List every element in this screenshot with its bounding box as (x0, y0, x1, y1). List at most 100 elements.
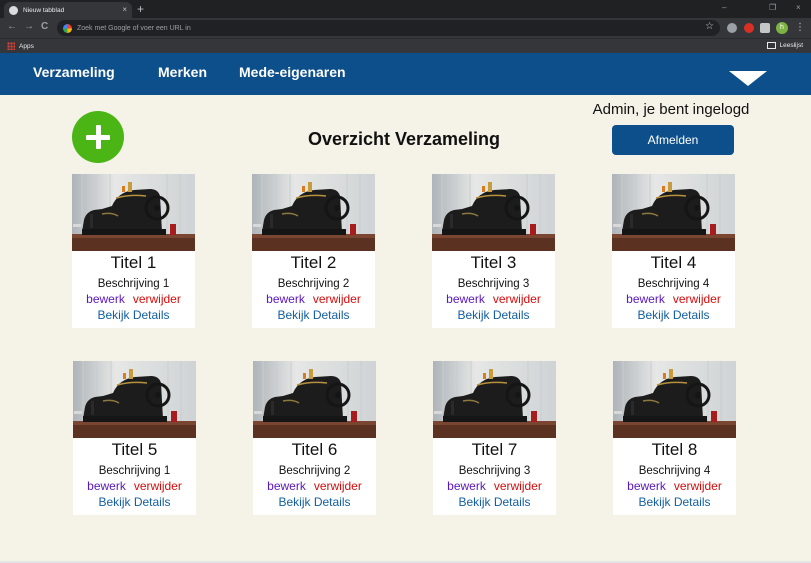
apps-bookmark[interactable]: Apps (7, 42, 34, 50)
details-link[interactable]: Bekijk Details (72, 308, 195, 322)
logout-button[interactable]: Afmelden (612, 125, 734, 155)
details-link[interactable]: Bekijk Details (252, 308, 375, 322)
new-tab-icon[interactable]: + (137, 2, 144, 16)
address-placeholder: Zoek met Google of voer een URL in (77, 24, 191, 32)
card-description: Beschrijving 2 (277, 278, 350, 290)
nav-item-verzameling[interactable]: Verzameling (33, 64, 115, 80)
card-description: Beschrijving 3 (457, 278, 530, 290)
delete-link[interactable]: verwijder (494, 479, 542, 493)
card-title: Titel 1 (110, 253, 157, 272)
card-actions: bewerk verwijder (72, 292, 195, 306)
nav-item-merken[interactable]: Merken (158, 64, 207, 80)
collection-card: Titel 1 Beschrijving 1 bewerk verwijder Beki… (72, 174, 195, 328)
details-link[interactable]: Bekijk Details (613, 495, 736, 509)
sewing-machine-image (252, 174, 375, 251)
card-description: Beschrijving 3 (458, 465, 531, 477)
reading-list-button[interactable]: Leeslijst (766, 42, 803, 49)
google-icon (63, 23, 72, 33)
details-link[interactable]: Bekijk Details (253, 495, 376, 509)
app-navbar: Verzameling Merken Mede-eigenaren (0, 53, 811, 95)
details-link[interactable]: Bekijk Details (433, 495, 556, 509)
apps-label: Apps (19, 42, 34, 50)
delete-link[interactable]: verwijder (673, 292, 721, 306)
card-title: Titel 8 (651, 440, 698, 459)
address-bar[interactable]: Zoek met Google of voer een URL in ☆ (57, 20, 720, 36)
sewing-machine-image (612, 174, 735, 251)
reading-list-icon (766, 42, 776, 49)
card-title: Titel 2 (290, 253, 337, 272)
card-actions: bewerk verwijder (73, 479, 196, 493)
card-actions: bewerk verwijder (612, 292, 735, 306)
chrome-favicon-icon (9, 5, 18, 15)
sewing-machine-image (73, 361, 196, 438)
collection-card: Titel 3 Beschrijving 3 bewerk verwijder Beki… (432, 174, 555, 328)
card-actions: bewerk verwijder (253, 479, 376, 493)
extensions-puzzle-icon[interactable] (760, 23, 770, 33)
delete-link[interactable]: verwijder (133, 292, 181, 306)
edit-link[interactable]: bewerk (446, 292, 485, 306)
extension-red-icon[interactable] (744, 23, 754, 33)
extension-shield-icon[interactable] (727, 23, 737, 33)
collection-card: Titel 2 Beschrijving 2 bewerk verwijder Beki… (252, 174, 375, 328)
minimize-icon[interactable]: – (722, 3, 726, 13)
browser-toolbar: ← → C Zoek met Google of voer een URL in… (0, 18, 811, 38)
nav-item-mede-eigenaren[interactable]: Mede-eigenaren (239, 64, 346, 80)
card-title: Titel 5 (111, 440, 158, 459)
details-link[interactable]: Bekijk Details (432, 308, 555, 322)
card-title: Titel 4 (650, 253, 697, 272)
collection-card: Titel 7 Beschrijving 3 bewerk verwijder Beki… (433, 361, 556, 515)
login-status: Admin, je bent ingelogd (592, 101, 750, 118)
card-title: Titel 7 (471, 440, 518, 459)
card-title: Titel 6 (291, 440, 338, 459)
edit-link[interactable]: bewerk (626, 292, 665, 306)
card-description: Beschrijving 1 (98, 465, 171, 477)
maximize-icon[interactable]: ❐ (769, 3, 776, 13)
add-item-button[interactable] (72, 111, 124, 163)
chevron-down-icon[interactable] (729, 71, 767, 86)
sewing-machine-image (432, 174, 555, 251)
details-link[interactable]: Bekijk Details (73, 495, 196, 509)
details-link[interactable]: Bekijk Details (612, 308, 735, 322)
page-title: Overzicht Verzameling (307, 129, 501, 149)
collection-card: Titel 8 Beschrijving 4 bewerk verwijder Beki… (613, 361, 736, 515)
edit-link[interactable]: bewerk (267, 479, 306, 493)
edit-link[interactable]: bewerk (447, 479, 486, 493)
forward-icon[interactable]: → (24, 21, 34, 33)
bookmarks-bar: Apps Leeslijst (0, 38, 811, 53)
sewing-machine-image (72, 174, 195, 251)
browser-tab[interactable]: Nieuw tabblad × (4, 2, 132, 18)
window-close-icon[interactable]: × (796, 3, 801, 13)
tab-title: Nieuw tabblad (23, 6, 65, 14)
bookmark-star-icon[interactable]: ☆ (705, 21, 714, 32)
card-description: Beschrijving 4 (637, 278, 710, 290)
profile-avatar[interactable]: h (776, 22, 788, 34)
card-title: Titel 3 (470, 253, 517, 272)
collection-card: Titel 4 Beschrijving 4 bewerk verwijder Beki… (612, 174, 735, 328)
card-description: Beschrijving 2 (278, 465, 351, 477)
sewing-machine-image (433, 361, 556, 438)
reload-icon[interactable]: C (41, 21, 48, 33)
collection-card: Titel 5 Beschrijving 1 bewerk verwijder Beki… (73, 361, 196, 515)
delete-link[interactable]: verwijder (674, 479, 722, 493)
edit-link[interactable]: bewerk (266, 292, 305, 306)
delete-link[interactable]: verwijder (313, 292, 361, 306)
back-icon[interactable]: ← (7, 21, 17, 33)
card-actions: bewerk verwijder (433, 479, 556, 493)
collection-card: Titel 6 Beschrijving 2 bewerk verwijder Beki… (253, 361, 376, 515)
edit-link[interactable]: bewerk (86, 292, 125, 306)
delete-link[interactable]: verwijder (314, 479, 362, 493)
apps-grid-icon (7, 42, 15, 50)
card-description: Beschrijving 4 (638, 465, 711, 477)
card-actions: bewerk verwijder (613, 479, 736, 493)
edit-link[interactable]: bewerk (87, 479, 126, 493)
delete-link[interactable]: verwijder (493, 292, 541, 306)
browser-menu-icon[interactable]: ⋮ (795, 22, 805, 34)
tab-close-icon[interactable]: × (122, 6, 127, 14)
delete-link[interactable]: verwijder (134, 479, 182, 493)
edit-link[interactable]: bewerk (627, 479, 666, 493)
card-actions: bewerk verwijder (252, 292, 375, 306)
reading-list-label: Leeslijst (779, 42, 803, 49)
card-description: Beschrijving 1 (97, 278, 170, 290)
sewing-machine-image (253, 361, 376, 438)
sewing-machine-image (613, 361, 736, 438)
